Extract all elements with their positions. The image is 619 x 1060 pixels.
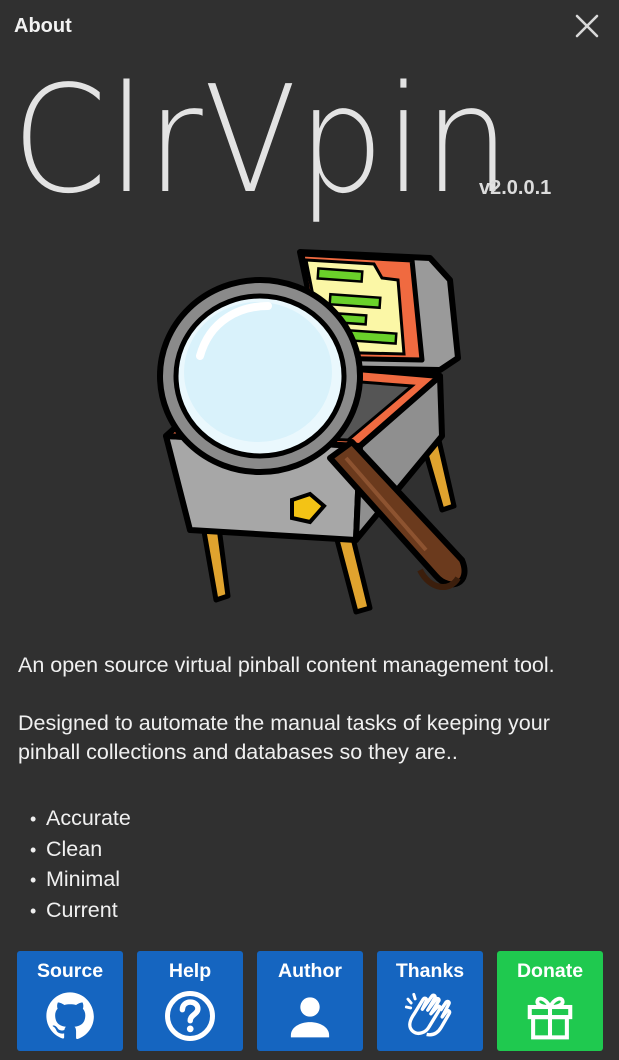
app-version: v2.0.0.1 (479, 177, 552, 199)
thanks-button[interactable]: Thanks (377, 951, 483, 1051)
help-button-label: Help (168, 960, 212, 982)
description: An open source virtual pinball content m… (18, 651, 603, 767)
purpose-text: Designed to automate the manual tasks of… (18, 711, 550, 764)
help-circle-icon (165, 991, 215, 1041)
donate-button-label: Donate (516, 960, 584, 982)
person-icon (290, 997, 330, 1038)
feature-item: Minimal (30, 865, 131, 896)
feature-item: Clean (30, 835, 131, 866)
thanks-button-label: Thanks (395, 960, 465, 982)
help-button[interactable]: Help (137, 951, 243, 1051)
app-name: ClrVpin (12, 54, 512, 226)
author-button-label: Author (278, 960, 342, 982)
github-icon (46, 992, 94, 1039)
donate-button[interactable]: Donate (497, 951, 603, 1051)
intro-text: An open source virtual pinball content m… (18, 653, 555, 677)
magnifier-lens (157, 277, 363, 475)
gift-icon (527, 996, 573, 1040)
source-button[interactable]: Source (17, 951, 123, 1051)
feature-item: Accurate (30, 804, 131, 835)
app-logo (157, 249, 468, 615)
author-button[interactable]: Author (257, 951, 363, 1051)
window-title: About (14, 15, 72, 37)
feature-item: Current (30, 896, 131, 927)
feature-list: Accurate Clean Minimal Current (30, 804, 131, 926)
link-buttons: Source Help Author Thanks Donate (17, 951, 603, 1051)
clapping-hands-icon (404, 992, 452, 1037)
close-icon[interactable] (573, 12, 601, 40)
source-button-label: Source (36, 960, 104, 982)
